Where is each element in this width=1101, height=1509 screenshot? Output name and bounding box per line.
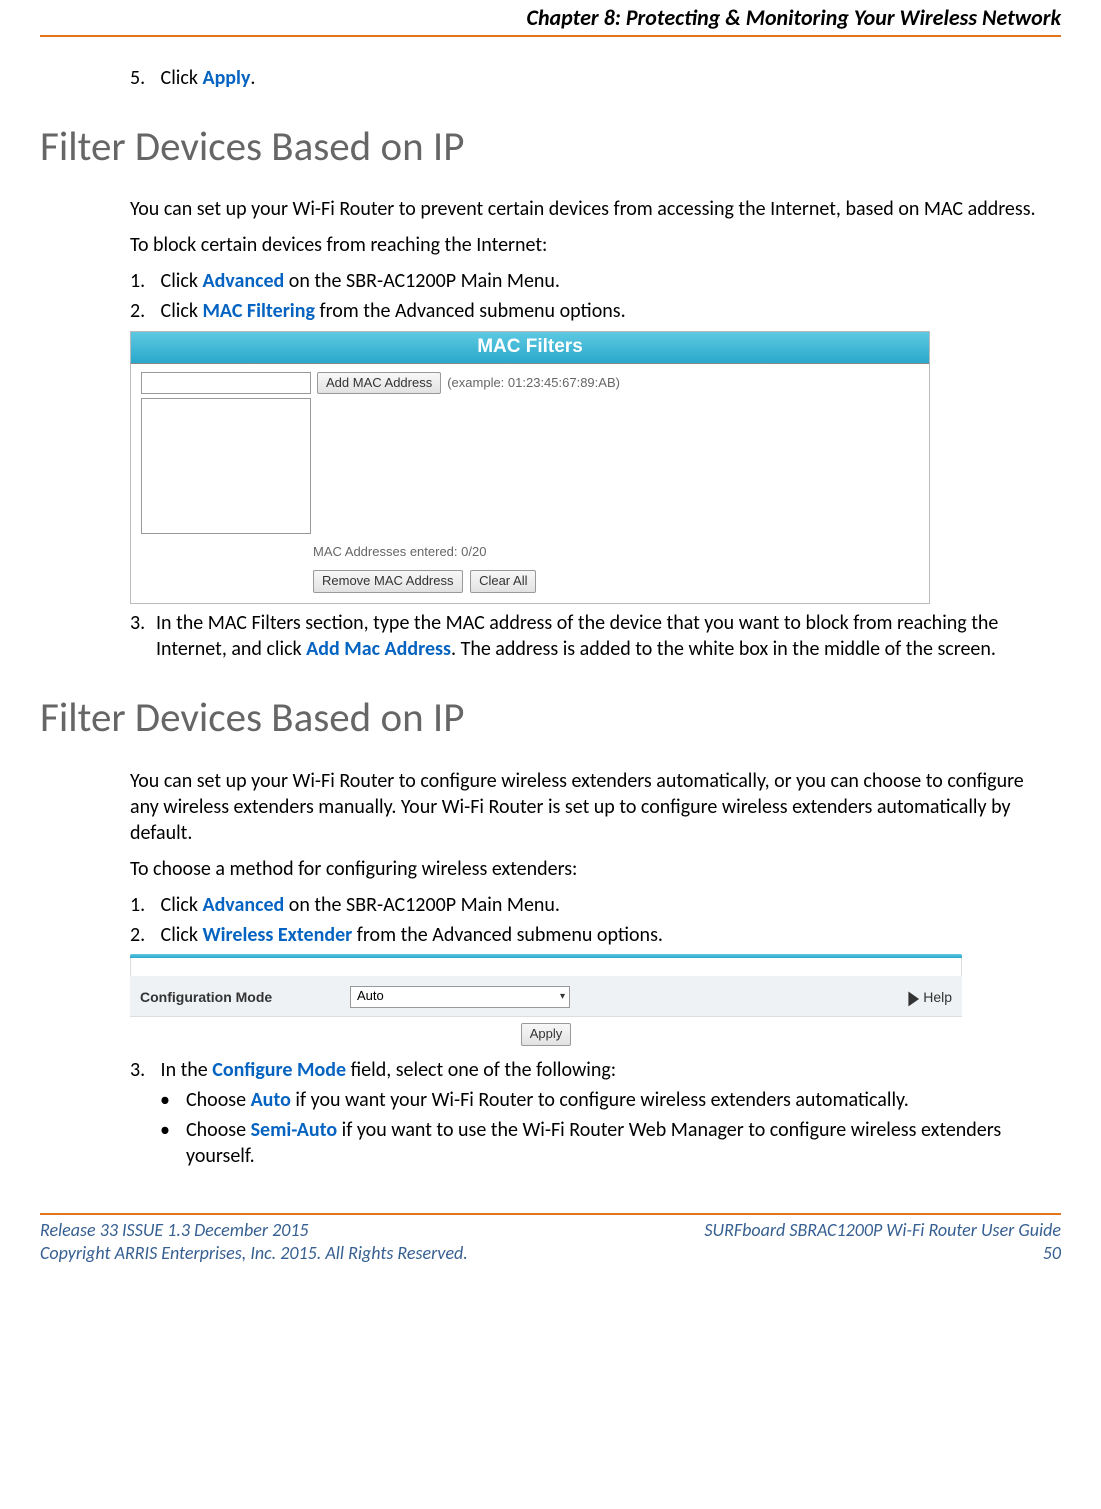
step-text: on the SBR-AC1200P Main Menu. xyxy=(284,269,560,293)
add-mac-address-link[interactable]: Add Mac Address xyxy=(306,637,451,661)
add-mac-address-button[interactable]: Add MAC Address xyxy=(317,372,441,395)
apply-link[interactable]: Apply xyxy=(202,66,250,90)
step-text: field, select one of the following: xyxy=(346,1058,616,1082)
footer-guide-title: SURFboard SBR﻿AC1200P Wi-Fi Router User … xyxy=(704,1219,1061,1242)
step-text: from the Advanced submenu options. xyxy=(352,923,663,947)
list-number: 2. xyxy=(130,298,156,324)
section-heading-filter-ip-1: Filter Devices Based on IP xyxy=(40,121,1061,174)
wireless-extender-link[interactable]: Wireless Extender xyxy=(202,923,352,947)
list-number: 3. xyxy=(130,1057,156,1083)
step-text: Click xyxy=(161,299,203,323)
mac-filters-title: MAC Filters xyxy=(130,331,930,364)
header-divider xyxy=(40,35,1061,37)
footer-release: Release 33 ISSUE 1.3 December 2015 xyxy=(40,1219,468,1242)
step-text: In the xyxy=(161,1058,213,1082)
advanced-link[interactable]: Advanced xyxy=(202,893,284,917)
body-text: You can set up your Wi-Fi Router to prev… xyxy=(130,196,1039,222)
step-text: Click xyxy=(161,66,203,90)
step-text: Click xyxy=(161,893,203,917)
list-number: 3. xyxy=(130,610,156,662)
bullet-text: Choose xyxy=(186,1088,251,1112)
configuration-mode-select[interactable]: Auto ▾ xyxy=(350,986,570,1008)
step-3: 3. In the MAC Filters section, type the … xyxy=(130,610,1039,662)
clear-all-button[interactable]: Clear All xyxy=(470,570,536,593)
mac-address-listbox[interactable] xyxy=(141,398,311,534)
chevron-down-icon: ▾ xyxy=(560,990,565,1003)
list-number: 1. xyxy=(130,268,156,294)
mac-address-input[interactable] xyxy=(141,372,311,394)
bullet-icon: • xyxy=(160,1087,186,1113)
advanced-link[interactable]: Advanced xyxy=(202,269,284,293)
section-heading-filter-ip-2: Filter Devices Based on IP xyxy=(40,692,1061,745)
chapter-title: Chapter 8: Protecting & Monitoring Your … xyxy=(40,0,1061,35)
configuration-mode-label: Configuration Mode xyxy=(140,988,350,1006)
body-text: To block certain devices from reaching t… xyxy=(130,232,1039,258)
bullet-icon: • xyxy=(160,1117,186,1169)
semi-auto-link[interactable]: Semi-Auto xyxy=(251,1118,338,1142)
step-2: 2. Click Wireless Extender from the Adva… xyxy=(130,922,1039,948)
step-text: Click xyxy=(161,923,203,947)
list-number: 5. xyxy=(130,65,156,91)
list-number: 2. xyxy=(130,922,156,948)
mac-example-text: (example: 01:23:45:67:89:AB) xyxy=(447,375,620,392)
step-3: 3. In the Configure Mode field, select o… xyxy=(130,1057,1039,1083)
help-label: Help xyxy=(923,989,952,1005)
remove-mac-address-button[interactable]: Remove MAC Address xyxy=(313,570,463,593)
mac-filtering-link[interactable]: MAC Filtering xyxy=(202,299,314,323)
bullet-item-auto: • Choose Auto if you want your Wi-Fi Rou… xyxy=(160,1087,1039,1113)
configure-mode-link[interactable]: Configure Mode xyxy=(212,1058,346,1082)
select-value: Auto xyxy=(357,988,384,1005)
step-2: 2. Click MAC Filtering from the Advanced… xyxy=(130,298,1039,324)
triangle-right-icon: ▶ xyxy=(908,984,919,1009)
bullet-text: Choose xyxy=(186,1118,251,1142)
body-text: To choose a method for configuring wirel… xyxy=(130,856,1039,882)
step-text: Click xyxy=(161,269,203,293)
apply-button[interactable]: Apply xyxy=(521,1023,572,1046)
list-number: 1. xyxy=(130,892,156,918)
page-footer: Release 33 ISSUE 1.3 December 2015 Copyr… xyxy=(40,1215,1061,1266)
step-text: on the SBR-AC1200P Main Menu. xyxy=(284,893,560,917)
step-5: 5. Click Apply. xyxy=(130,65,1039,91)
auto-link[interactable]: Auto xyxy=(251,1088,291,1112)
body-text: You can set up your Wi-Fi Router to conf… xyxy=(130,768,1039,846)
bullet-text: if you want your Wi-Fi Router to configu… xyxy=(291,1088,909,1112)
mac-count-label: MAC Addresses entered: 0/20 xyxy=(313,544,919,561)
step-text: . The address is added to the white box … xyxy=(451,637,996,661)
footer-page-number: 50 xyxy=(704,1242,1061,1265)
footer-copyright: Copyright ARRIS Enterprises, Inc. 2015. … xyxy=(40,1242,468,1265)
help-link[interactable]: ▶Help xyxy=(908,988,952,1006)
mac-filters-screenshot: MAC Filters Add MAC Address (example: 01… xyxy=(130,330,930,604)
step-text-suffix: . xyxy=(250,66,255,90)
wireless-extender-screenshot: Configuration Mode Auto ▾ ▶Help Apply xyxy=(130,954,962,1051)
step-text: from the Advanced submenu options. xyxy=(315,299,626,323)
step-1: 1. Click Advanced on the SBR-AC1200P Mai… xyxy=(130,268,1039,294)
step-1: 1. Click Advanced on the SBR-AC1200P Mai… xyxy=(130,892,1039,918)
bullet-item-semi-auto: • Choose Semi-Auto if you want to use th… xyxy=(160,1117,1039,1169)
